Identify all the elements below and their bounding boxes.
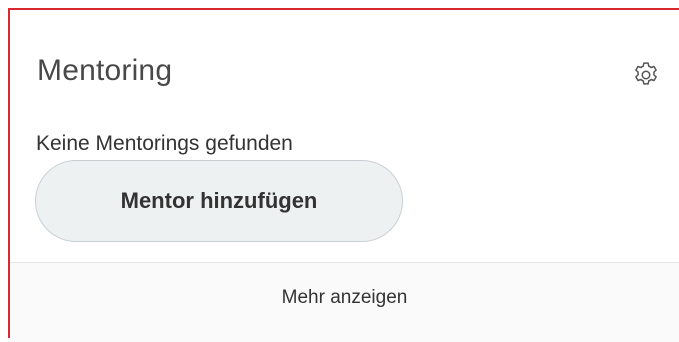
show-more-link[interactable]: Mehr anzeigen: [10, 263, 679, 333]
mentoring-card: Mentoring Keine Mentorings gefunden Ment…: [8, 8, 679, 342]
settings-button[interactable]: [628, 57, 664, 93]
gear-icon: [635, 62, 657, 85]
card-title: Mentoring: [37, 54, 173, 87]
card-footer: Mehr anzeigen: [10, 262, 679, 342]
empty-state-message: Keine Mentorings gefunden: [36, 132, 293, 155]
add-mentor-button[interactable]: Mentor hinzufügen: [35, 160, 403, 242]
